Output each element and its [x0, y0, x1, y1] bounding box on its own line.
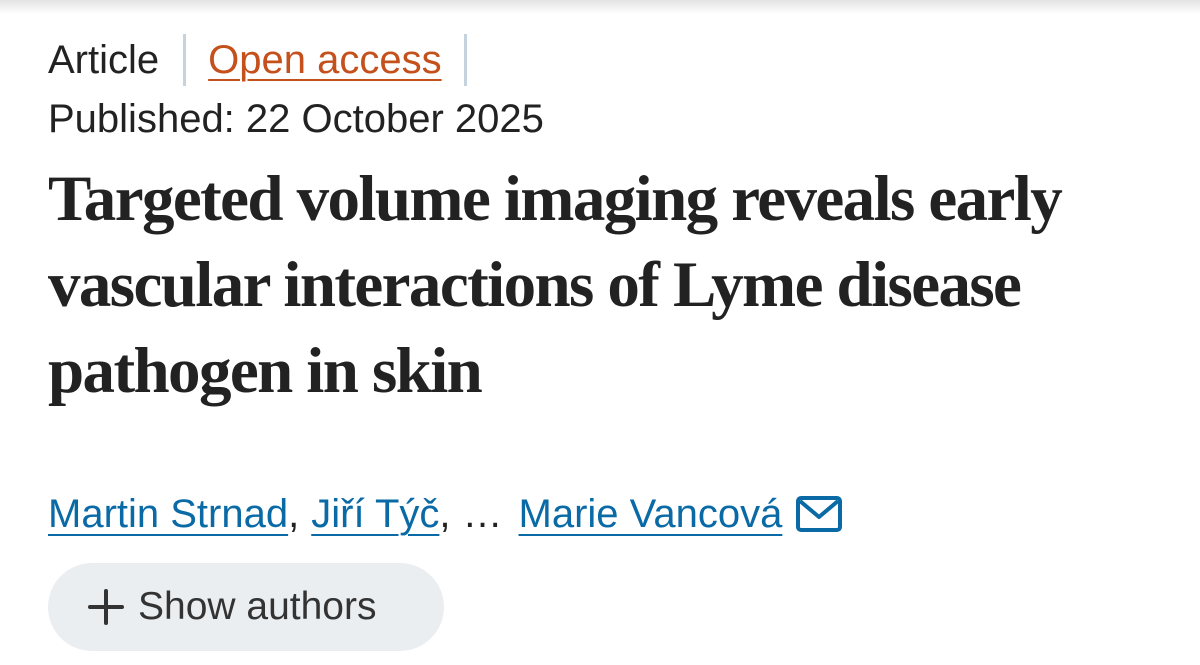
article-header-page: Article Open access Published: 22 Octobe… [0, 0, 1200, 665]
article-title: Targeted volume imaging reveals early va… [48, 163, 1063, 407]
meta-separator [183, 34, 187, 86]
open-access-link[interactable]: Open access [208, 34, 441, 86]
author-link-jiri-tyc[interactable]: Jiří Týč [311, 488, 439, 540]
plus-icon [88, 589, 124, 625]
author-ellipsis: … [462, 492, 503, 536]
article-type-label: Article [48, 38, 160, 82]
author-list: Martin Strnad , Jiří Týč , … Marie Vanco… [48, 488, 844, 540]
author-separator: , [439, 492, 451, 536]
envelope-icon[interactable] [794, 494, 844, 534]
published-date: Published: 22 October 2025 [48, 97, 544, 141]
show-authors-label: Show authors [138, 585, 377, 628]
author-separator: , [288, 492, 300, 536]
meta-separator [463, 34, 467, 86]
article-meta-row: Article Open access [48, 34, 467, 86]
show-authors-button[interactable]: Show authors [48, 563, 444, 651]
top-shadow [0, 0, 1200, 14]
author-link-martin-strnad[interactable]: Martin Strnad [48, 488, 288, 540]
author-link-marie-vancova[interactable]: Marie Vancová [519, 488, 783, 540]
